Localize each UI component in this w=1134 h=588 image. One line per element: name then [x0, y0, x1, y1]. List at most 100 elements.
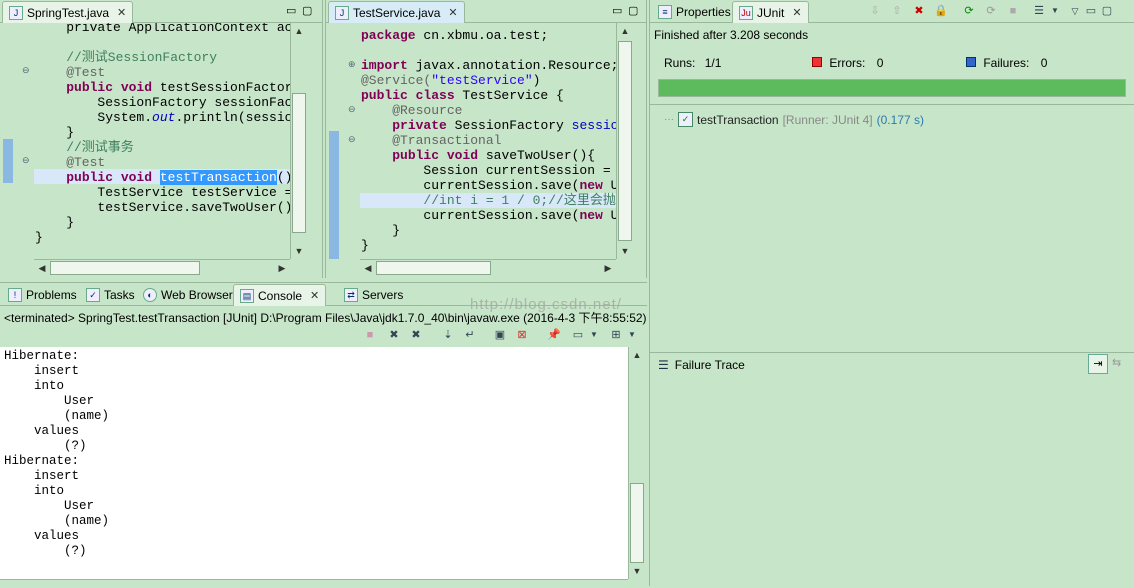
runs-counter: Runs: 1/1	[664, 56, 721, 70]
editor-mid-vscroll[interactable]: ▲ ▼	[616, 23, 633, 259]
code-token: import	[361, 58, 416, 73]
scroll-right-icon[interactable]: ▶	[601, 261, 615, 275]
scroll-down-icon[interactable]: ▼	[292, 244, 306, 258]
code-token: out	[152, 110, 176, 125]
scroll-down-icon[interactable]: ▼	[630, 564, 644, 578]
tasks-icon: ✓	[86, 287, 100, 302]
code-token: .println(sessionFa	[175, 110, 306, 125]
fold-icon[interactable]: ⊕	[348, 59, 356, 70]
test-tree-item[interactable]: ··· ✓ testTransaction [Runner: JUnit 4] …	[664, 112, 924, 127]
failure-icon	[966, 57, 976, 67]
open-console-dropdown-icon[interactable]: ▼	[624, 327, 640, 343]
display-dropdown-icon[interactable]: ▼	[586, 327, 602, 343]
tab-junit[interactable]: Ju JUnit ✕	[732, 1, 809, 23]
scroll-up-icon[interactable]: ▲	[292, 24, 306, 38]
filter-stack-trace-icon[interactable]: ⇥	[1088, 354, 1108, 374]
tab-testservice-java[interactable]: J TestService.java ✕	[328, 1, 465, 23]
scroll-right-icon[interactable]: ▶	[275, 261, 289, 275]
history-dropdown-icon[interactable]: ▼	[1047, 3, 1063, 19]
fold-icon[interactable]: ⊖	[348, 104, 356, 115]
fold-icon[interactable]: ⊖	[348, 134, 356, 145]
error-icon	[812, 57, 822, 67]
scroll-up-icon[interactable]: ▲	[630, 348, 644, 362]
close-icon[interactable]: ✕	[792, 6, 801, 19]
close-icon[interactable]: ✕	[310, 289, 319, 302]
code-line: }	[361, 238, 369, 253]
show-failures-only-icon[interactable]: ✖	[911, 3, 927, 19]
code-line: //测试事务	[35, 140, 134, 155]
code-token: @Resource	[361, 103, 463, 118]
terminate-icon[interactable]: ■	[362, 327, 378, 343]
minimize-icon[interactable]: ▭	[612, 4, 622, 17]
errors-counter: Errors: 0	[812, 56, 883, 70]
scroll-lock-icon[interactable]: ⇣	[440, 327, 456, 343]
previous-failure-icon[interactable]: ⇧	[889, 3, 905, 19]
tab-problems[interactable]: ! Problems	[2, 284, 83, 305]
console-vscroll[interactable]: ▲ ▼	[628, 347, 645, 579]
scroll-down-icon[interactable]: ▼	[618, 244, 632, 258]
pin-console-icon[interactable]: 📌	[546, 327, 562, 343]
tab-tasks[interactable]: ✓ Tasks	[80, 284, 141, 305]
rerun-test-icon[interactable]: ⟳	[961, 3, 977, 19]
editor-left-hscroll[interactable]: ◀ ▶	[34, 259, 290, 276]
test-history-icon[interactable]: ☰	[1031, 3, 1047, 19]
open-console-icon[interactable]: ⊞	[608, 327, 624, 343]
code-line: testService.saveTwoUser();	[35, 200, 300, 215]
scroll-thumb[interactable]	[630, 483, 644, 563]
tab-label: TestService.java	[353, 5, 441, 20]
tab-web-browser[interactable]: ◐ Web Browser	[137, 284, 239, 305]
tab-servers[interactable]: ⇄ Servers	[338, 284, 409, 305]
code-token: cn.xbmu.oa.test;	[423, 28, 549, 43]
maximize-icon[interactable]: ▢	[302, 4, 312, 17]
code-line: private SessionFactory sessionFac	[361, 118, 616, 133]
view-menu-icon[interactable]: ▽	[1067, 3, 1083, 19]
scroll-left-icon[interactable]: ◀	[35, 261, 49, 275]
fold-icon[interactable]: ⊖	[22, 65, 30, 76]
code-token: package	[361, 28, 424, 43]
tab-label: JUnit	[757, 5, 785, 20]
editor-left-code-area[interactable]: ⊖ ⊖ private ApplicationContext ac = //测试…	[0, 23, 306, 259]
clear-console-icon[interactable]: ⊠	[514, 327, 530, 343]
minimize-icon[interactable]: ▭	[1083, 3, 1099, 19]
tab-properties[interactable]: ≡ Properties	[652, 1, 737, 22]
next-failure-icon[interactable]: ⇩	[867, 3, 883, 19]
rerun-failed-icon[interactable]: ⟳	[983, 3, 999, 19]
progress-bar	[658, 79, 1126, 97]
minimize-icon[interactable]: ▭	[286, 4, 296, 17]
editor-left-vscroll[interactable]: ▲ ▼	[290, 23, 307, 259]
word-wrap-icon[interactable]: ↵	[462, 327, 478, 343]
maximize-icon[interactable]: ▢	[628, 4, 638, 17]
console-output-area[interactable]: Hibernate: insert into User (name) value…	[0, 347, 628, 579]
remove-launch-icon[interactable]: ✖	[386, 327, 402, 343]
code-token: currentSession.save(	[361, 178, 580, 193]
failures-counter: Failures: 0	[966, 56, 1047, 70]
scroll-up-icon[interactable]: ▲	[618, 24, 632, 38]
servers-icon: ⇄	[344, 287, 358, 302]
scroll-lock-icon[interactable]: 🔒	[933, 3, 949, 19]
scroll-thumb[interactable]	[50, 261, 200, 275]
scroll-thumb[interactable]	[618, 41, 632, 241]
stop-icon[interactable]: ■	[1005, 3, 1021, 19]
tab-label: Servers	[362, 287, 404, 302]
code-token: )	[532, 73, 541, 88]
fold-icon[interactable]: ⊖	[22, 155, 30, 166]
console-hscroll[interactable]	[0, 579, 628, 588]
close-icon[interactable]: ✕	[448, 6, 457, 19]
tab-springtest-java[interactable]: J SpringTest.java ✕	[2, 1, 134, 23]
scroll-thumb[interactable]	[376, 261, 491, 275]
compare-result-icon[interactable]: ⇆	[1112, 356, 1121, 369]
scroll-thumb[interactable]	[292, 93, 306, 233]
editor-mid-hscroll[interactable]: ◀ ▶	[360, 259, 616, 276]
editor-mid-code-area[interactable]: ⊕ ⊖ ⊖ package cn.xbmu.oa.test; import jav…	[326, 23, 616, 259]
remove-all-terminated-icon[interactable]: ✖	[408, 327, 424, 343]
maximize-icon[interactable]: ▢	[1099, 3, 1115, 19]
scroll-left-icon[interactable]: ◀	[361, 261, 375, 275]
tab-console[interactable]: ▤ Console ✕	[233, 284, 327, 306]
close-icon[interactable]: ✕	[117, 6, 126, 19]
code-token: TestService {	[462, 88, 564, 103]
display-console-icon[interactable]: ▭	[570, 327, 586, 343]
show-console-on-output-icon[interactable]: ▣	[492, 327, 508, 343]
progress-fill	[659, 80, 1125, 96]
